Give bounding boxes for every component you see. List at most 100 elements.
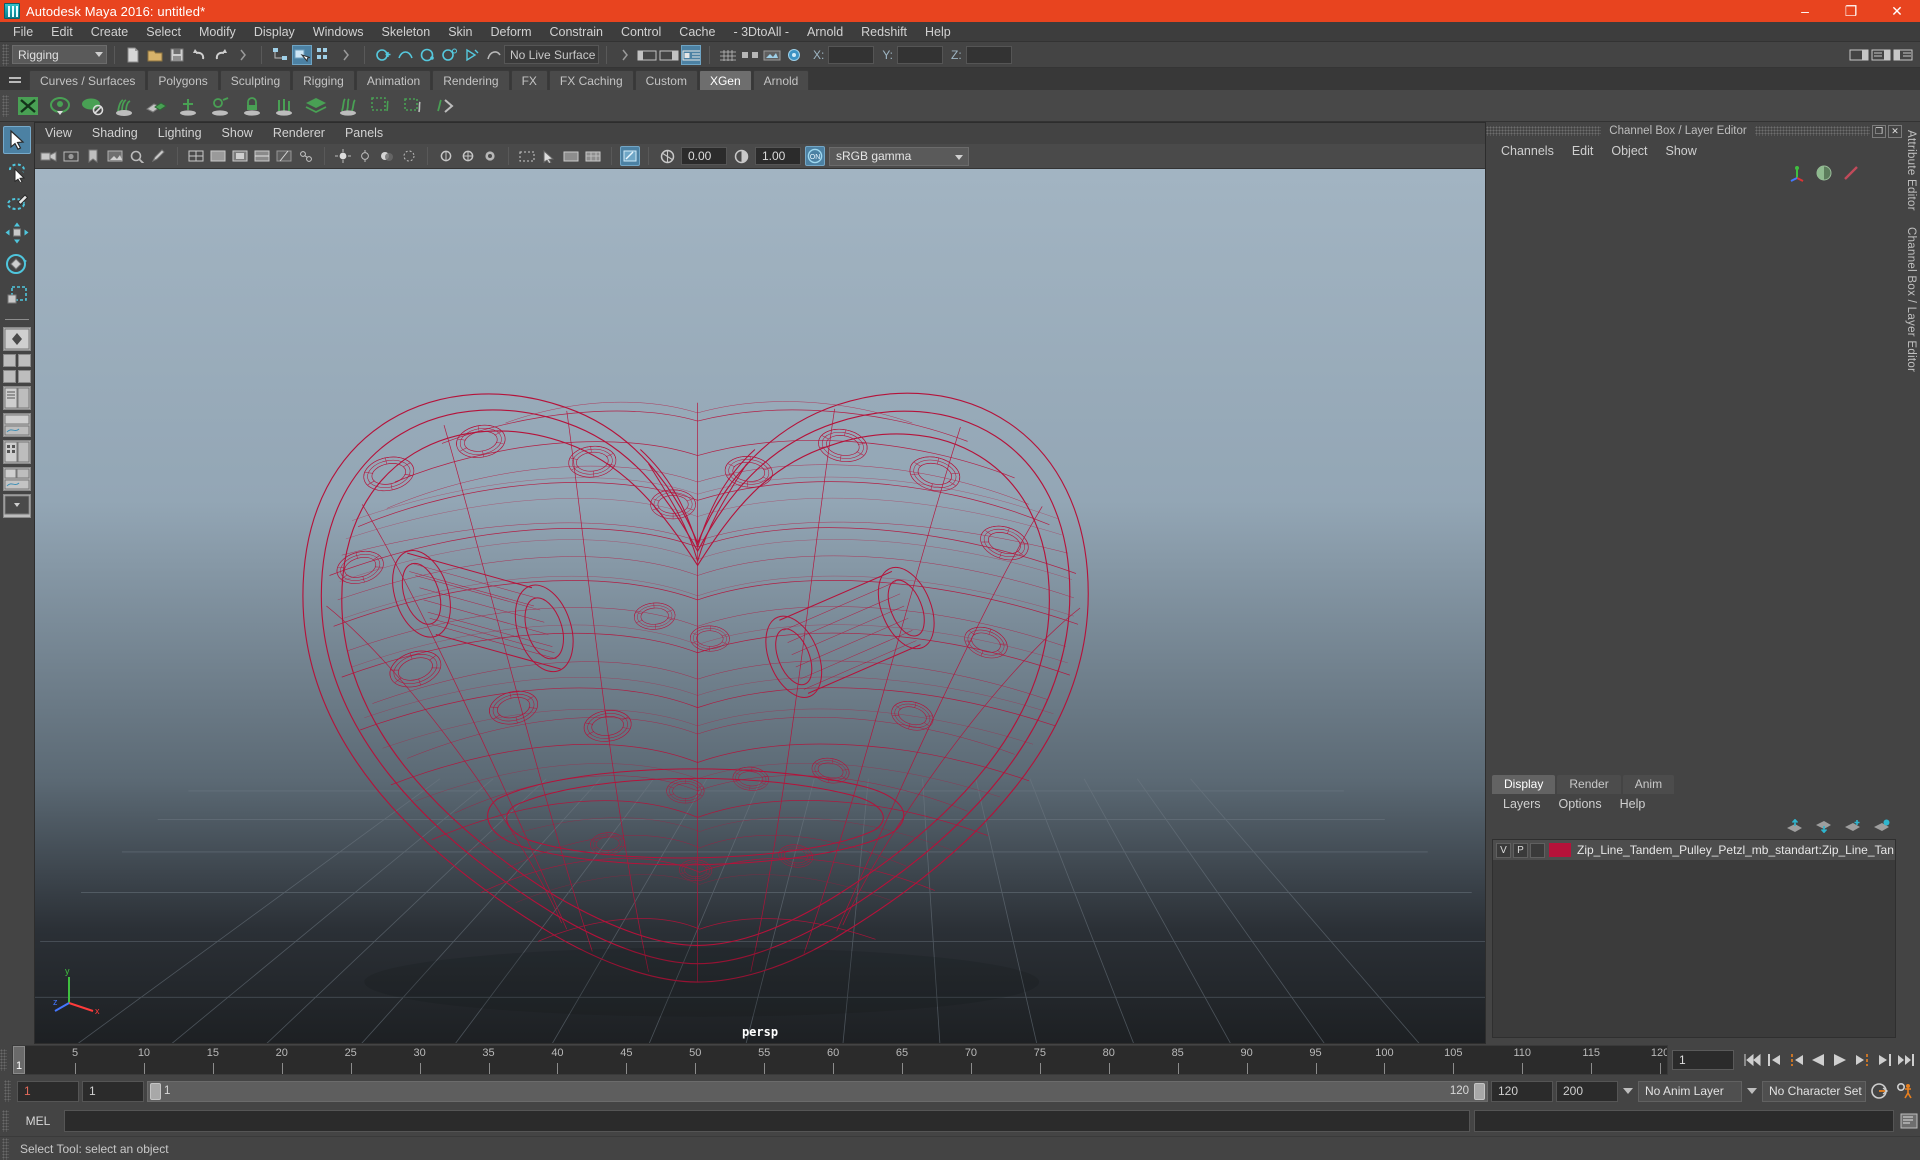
move-layer-up-icon[interactable] <box>1786 819 1803 833</box>
undock-icon[interactable]: ❐ <box>1872 124 1887 138</box>
screen-space-ao-icon[interactable] <box>399 146 419 166</box>
panel-grip-right[interactable] <box>1754 126 1871 136</box>
shading-sphere-icon[interactable] <box>1815 164 1833 182</box>
menu-redshift[interactable]: Redshift <box>852 22 916 42</box>
range-start-field[interactable]: 1 <box>82 1080 144 1102</box>
xgen-guide-icon[interactable] <box>141 92 171 120</box>
perspective-viewport[interactable]: y x z persp <box>35 169 1485 1043</box>
panel-grip[interactable] <box>1486 126 1602 136</box>
menu-control[interactable]: Control <box>612 22 670 42</box>
deformer-icon[interactable] <box>1842 164 1860 182</box>
chevron-down-icon-2[interactable] <box>1745 1087 1759 1095</box>
channel-box-menu-channels[interactable]: Channels <box>1492 140 1563 162</box>
range-end-field[interactable]: 120 <box>1491 1080 1553 1102</box>
layout-single-perspective-view[interactable] <box>3 327 31 351</box>
menu-3dtoall[interactable]: - 3DtoAll - <box>724 22 798 42</box>
z-field[interactable] <box>965 45 1012 64</box>
menu-create[interactable]: Create <box>82 22 138 42</box>
xgen-create-description-icon[interactable] <box>45 92 75 120</box>
menu-file[interactable]: File <box>4 22 42 42</box>
shelf-tab-xgen[interactable]: XGen <box>698 70 752 90</box>
show-hide-editor-right-icon[interactable] <box>659 45 679 65</box>
shelf-tab-arnold[interactable]: Arnold <box>752 70 810 90</box>
range-end-handle[interactable] <box>1474 1082 1485 1100</box>
xgen-export-icon[interactable] <box>429 92 459 120</box>
show-hide-attr-editor-icon-2[interactable] <box>1871 45 1891 65</box>
xgen-mask-brush-icon[interactable] <box>237 92 267 120</box>
multisample-aa-icon[interactable] <box>458 146 478 166</box>
camera-attributes-icon[interactable] <box>61 146 81 166</box>
viewport-menu-panels[interactable]: Panels <box>335 123 393 144</box>
toolbar-overflow-icon[interactable] <box>615 45 635 65</box>
lasso-select-tool[interactable] <box>3 157 31 185</box>
animation-start-field[interactable]: 1 <box>17 1080 79 1102</box>
channel-box-tab[interactable]: Channel Box / Layer Editor <box>1905 227 1917 372</box>
create-new-layer-icon[interactable] <box>1844 819 1861 833</box>
tab-render[interactable]: Render <box>1557 775 1621 794</box>
time-slider[interactable]: 1 5 10 15 20 25 30 35 40 45 50 55 60 65 70 75 80 85 90 95 1… <box>12 1045 1668 1075</box>
step-forward-frame-icon[interactable] <box>1874 1050 1894 1070</box>
show-hide-attribute-editor-icon[interactable] <box>681 44 701 65</box>
layout-hypershade-persp-view[interactable] <box>3 440 31 464</box>
move-tool[interactable] <box>3 219 31 247</box>
menu-cache[interactable]: Cache <box>670 22 724 42</box>
new-scene-icon[interactable] <box>123 45 143 65</box>
menu-set-selector[interactable]: Rigging <box>12 45 107 64</box>
motion-blur-icon[interactable] <box>436 146 456 166</box>
x-field[interactable] <box>828 45 875 64</box>
menu-constrain[interactable]: Constrain <box>541 22 613 42</box>
range-slider[interactable]: 1 120 <box>147 1080 1488 1102</box>
shelf-menu-icon[interactable] <box>7 72 23 88</box>
xgen-bake-region-icon[interactable] <box>397 92 427 120</box>
viewport-menu-shading[interactable]: Shading <box>82 123 148 144</box>
layout-quad-cell[interactable] <box>3 354 16 367</box>
command-line-grip[interactable] <box>2 1110 9 1132</box>
menu-skeleton[interactable]: Skeleton <box>373 22 440 42</box>
live-surface-field[interactable]: No Live Surface <box>504 45 599 64</box>
go-to-end-icon[interactable] <box>1896 1050 1916 1070</box>
layer-menu-help[interactable]: Help <box>1611 794 1655 815</box>
toggle-selection-highlight-icon[interactable] <box>539 146 559 166</box>
viewport-menu-view[interactable]: View <box>35 123 82 144</box>
xgen-add-guide-icon[interactable] <box>173 92 203 120</box>
auto-key-icon[interactable] <box>1869 1080 1891 1102</box>
show-hide-channel-box-icon[interactable] <box>1849 45 1869 65</box>
smooth-shade-selected-icon[interactable] <box>230 146 250 166</box>
xgen-density-brush-icon[interactable] <box>205 92 235 120</box>
shelf-tab-rendering[interactable]: Rendering <box>432 70 510 90</box>
xgen-groom-brush-icon[interactable] <box>109 92 139 120</box>
paint-select-tool[interactable] <box>3 188 31 216</box>
shadows-icon[interactable] <box>377 146 397 166</box>
channel-box-content[interactable] <box>1486 162 1902 774</box>
undo-icon[interactable] <box>189 45 209 65</box>
layout-persp-graph-view[interactable] <box>3 413 31 437</box>
gamma-field[interactable]: 1.00 <box>755 147 801 165</box>
show-hide-tool-settings-icon[interactable] <box>1893 45 1913 65</box>
help-line-grip[interactable] <box>2 1137 9 1160</box>
xray-icon[interactable] <box>274 146 294 166</box>
use-default-lighting-icon[interactable] <box>333 146 353 166</box>
xgen-region-select-icon[interactable] <box>365 92 395 120</box>
select-by-hierarchy-icon[interactable] <box>270 45 290 65</box>
anim-layer-field[interactable]: No Anim Layer <box>1638 1080 1742 1102</box>
menu-modify[interactable]: Modify <box>190 22 245 42</box>
chevron-down-icon[interactable] <box>1621 1087 1635 1095</box>
current-time-indicator[interactable]: 1 <box>13 1046 25 1074</box>
smooth-shade-all-icon[interactable] <box>208 146 228 166</box>
make-live-icon[interactable] <box>483 45 503 65</box>
play-forwards-icon[interactable] <box>1830 1050 1850 1070</box>
shelf-tab-sculpting[interactable]: Sculpting <box>219 70 292 90</box>
step-back-key-icon[interactable] <box>1786 1050 1806 1070</box>
channel-box-menu-edit[interactable]: Edit <box>1563 140 1603 162</box>
select-by-component-type-icon[interactable] <box>314 45 334 65</box>
menu-arnold[interactable]: Arnold <box>798 22 852 42</box>
close-icon[interactable]: ✕ <box>1888 124 1903 138</box>
xgen-disable-description-icon[interactable] <box>77 92 107 120</box>
exposure-toggle-icon[interactable] <box>620 146 640 166</box>
layer-state-toggle[interactable] <box>1530 842 1545 858</box>
command-language-label[interactable]: MEL <box>12 1114 64 1128</box>
menu-skin[interactable]: Skin <box>439 22 481 42</box>
minimize-button[interactable]: – <box>1782 0 1828 22</box>
command-input[interactable] <box>64 1110 1470 1132</box>
step-back-frame-icon[interactable] <box>1764 1050 1784 1070</box>
